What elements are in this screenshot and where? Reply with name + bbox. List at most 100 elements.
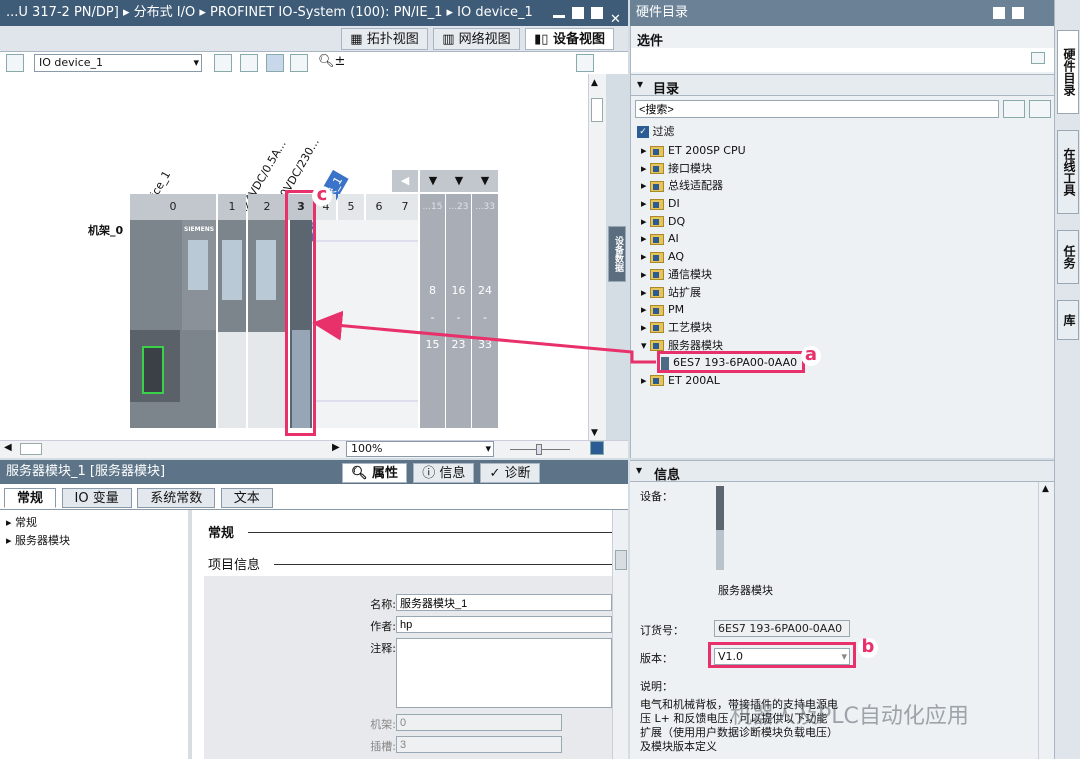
search-up-icon[interactable] [1029, 100, 1051, 118]
tree-item-di[interactable]: ▸ DI [631, 195, 1055, 213]
slot-header-2: 2 [248, 194, 286, 220]
catalog-controls[interactable] [990, 0, 1024, 26]
nav-item-server-module[interactable]: ▸ 服务器模块 [6, 532, 70, 550]
chevron-right-icon: ▸ [641, 250, 651, 264]
device-data-side-tab[interactable]: 设备数据 [608, 226, 626, 282]
author-field[interactable] [396, 616, 612, 633]
dq-module[interactable] [218, 220, 246, 428]
side-tab-hardware-catalog[interactable]: 硬件目录 [1057, 30, 1079, 114]
tree-item-pm[interactable]: ▸ PM [631, 301, 1055, 319]
collapse-icon-15[interactable]: ▼ [420, 170, 446, 192]
scroll-thumb[interactable] [591, 98, 603, 122]
zoom-slider-handle[interactable] [536, 444, 542, 455]
slot-header-15: ...15 [420, 194, 445, 220]
label-tool-icon[interactable] [266, 54, 284, 72]
divider [248, 532, 612, 533]
chevron-down-icon: ▾ [641, 338, 651, 352]
zoom-select[interactable]: 100% ▾ [346, 441, 494, 457]
collapse-icon-33[interactable]: ▼ [472, 170, 498, 192]
close-icon[interactable]: ✕ [610, 7, 622, 27]
scroll-left-icon[interactable]: ◀ [4, 442, 12, 453]
tab-texts[interactable]: 文本 [220, 488, 273, 508]
collapsed-slots-23[interactable]: 16 - 23 [446, 220, 471, 428]
catalog-panel: 选件 ▾ 目录 ✓ 过滤 ▸ ET 200SP CPU ▸ 接口模块 ▸ 总线适… [630, 26, 1055, 458]
tab-network-view[interactable]: ▥ 网络视图 [433, 28, 520, 50]
device-select[interactable]: IO device_1 ▾ [34, 54, 202, 72]
tab-system-constants[interactable]: 系统常数 [137, 488, 216, 508]
terminal-block [218, 332, 246, 428]
side-tab-tasks[interactable]: 任务 [1057, 230, 1079, 284]
annotation-box-a [657, 351, 805, 373]
tab-general[interactable]: 常规 [4, 488, 57, 508]
tab-topology-view[interactable]: ▦ 拓扑视图 [341, 28, 428, 50]
restore-icon[interactable] [571, 6, 584, 19]
name-field[interactable] [396, 594, 612, 611]
range-sep: - [430, 311, 435, 324]
tab-device-view[interactable]: ▮▯ 设备视图 [525, 28, 614, 50]
window-controls[interactable]: ✕ [550, 0, 622, 26]
comment-field[interactable] [396, 638, 612, 708]
tree-item-comm-modules[interactable]: ▸ 通信模块 [631, 266, 1055, 284]
scroll-left-icon[interactable]: ◀ [392, 170, 418, 192]
minimize-icon[interactable] [552, 15, 565, 18]
rq-module[interactable] [248, 220, 286, 428]
info-scrollbar[interactable]: ▲ [1038, 482, 1054, 759]
properties-scrollbar[interactable] [612, 510, 628, 759]
collapse-icon-23[interactable]: ▼ [446, 170, 472, 192]
catalog-section-header[interactable]: ▾ 目录 [631, 74, 1055, 97]
catalog-search-input[interactable] [635, 100, 999, 118]
tab-info[interactable]: ⓘ 信息 [413, 463, 475, 483]
nav-item-general[interactable]: ▸ 常规 [6, 514, 70, 532]
zoom-icon[interactable]: 🔍︎± [318, 54, 345, 69]
interface-module[interactable]: SIEMENS [130, 220, 216, 428]
options-label: 选件 [637, 34, 664, 49]
maximize-icon[interactable] [590, 6, 603, 19]
side-tab-online-tools[interactable]: 在线工具 [1057, 130, 1079, 214]
scroll-up-icon[interactable]: ▲ [1042, 484, 1049, 494]
chevron-right-icon: ▸ [6, 533, 16, 547]
empty-slots[interactable] [316, 220, 418, 428]
network-tool-icon[interactable] [6, 54, 24, 72]
vertical-scrollbar[interactable]: ▲ ▼ [588, 74, 606, 440]
hscroll-thumb[interactable] [20, 443, 42, 455]
tree-item-ai[interactable]: ▸ AI [631, 230, 1055, 248]
zoom-fit-icon[interactable] [590, 441, 604, 455]
name-tool-icon[interactable] [240, 54, 258, 72]
scroll-right-icon[interactable]: ▶ [332, 442, 340, 453]
side-tab-library[interactable]: 库 [1057, 300, 1079, 340]
collapsed-slots-15[interactable]: 8 - 15 [420, 220, 445, 428]
tree-item-et200sp-cpu[interactable]: ▸ ET 200SP CPU [631, 142, 1055, 160]
scroll-down-icon[interactable]: ▼ [591, 428, 598, 438]
siemens-panel: SIEMENS [182, 220, 216, 330]
tree-item-dq[interactable]: ▸ DQ [631, 213, 1055, 231]
collapsed-slots-33[interactable]: 24 - 33 [472, 220, 498, 428]
tree-item-bus-adapter[interactable]: ▸ 总线适配器 [631, 177, 1055, 195]
restore-icon[interactable] [992, 6, 1005, 19]
tree-item-interface-modules[interactable]: ▸ 接口模块 [631, 160, 1055, 178]
tab-diagnostics[interactable]: ✓ 诊断 [480, 463, 540, 483]
overview-icon[interactable] [576, 54, 594, 72]
slot-field [396, 736, 562, 753]
range-start: 16 [451, 284, 466, 297]
grid-tool-icon[interactable] [290, 54, 308, 72]
info-header[interactable]: ▾ 信息 [630, 460, 1054, 483]
order-number-field: 6ES7 193-6PA00-0AA0 [714, 620, 850, 637]
scroll-up-icon[interactable]: ▲ [591, 78, 598, 88]
tree-item-tech-modules[interactable]: ▸ 工艺模块 [631, 319, 1055, 337]
device-canvas[interactable]: IO device_1 DQ 8x24VDC/0.5A... RQ 4x120V… [0, 74, 606, 440]
filter-checkbox[interactable]: ✓ 过滤 [637, 123, 675, 139]
properties-icon: 🔍︎ [351, 466, 373, 481]
range-sep: - [483, 311, 487, 324]
search-down-icon[interactable] [1003, 100, 1025, 118]
options-icon[interactable] [1031, 52, 1045, 64]
tree-item-station-ext[interactable]: ▸ 站扩展 [631, 284, 1055, 302]
chevron-down-icon: ▾ [485, 442, 491, 455]
tab-properties[interactable]: 🔍︎ 属性 [342, 463, 408, 483]
folder-icon [650, 251, 665, 263]
properties-tool-icon[interactable] [214, 54, 232, 72]
tree-item-et200al[interactable]: ▸ ET 200AL [631, 372, 1055, 390]
scroll-thumb[interactable] [615, 550, 627, 570]
tab-io-tags[interactable]: IO 变量 [61, 488, 132, 508]
maximize-icon[interactable] [1012, 6, 1024, 19]
tree-item-aq[interactable]: ▸ AQ [631, 248, 1055, 266]
